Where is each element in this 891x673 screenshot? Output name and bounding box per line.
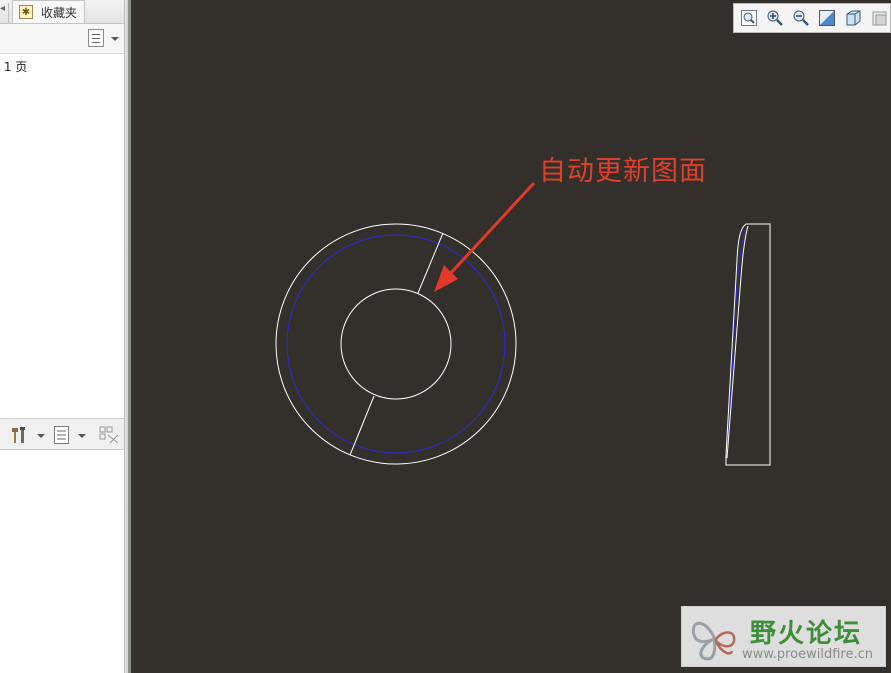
tools-icon[interactable] [10,425,30,445]
front-view [275,223,517,465]
chevron-down-icon[interactable] [78,434,86,438]
filter-icon[interactable] [98,425,120,445]
list-view-icon[interactable] [88,29,104,47]
tab-favorites-label: 收藏夹 [41,6,78,20]
lower-panel-toolbar [0,418,124,450]
star-icon: ✱ [19,5,33,19]
zoom-in-icon[interactable] [766,9,784,27]
inner-circle [340,288,452,400]
drawing-canvas[interactable] [0,0,891,673]
left-navigation-panel: ◂ ✱ 收藏夹 第 1 页 [0,0,124,673]
side-outline [725,223,771,466]
annotation-text: 自动更新图面 [539,156,707,187]
panel-toolbar [0,24,124,54]
tab-favorites[interactable]: ✱ 收藏夹 [12,0,85,23]
watermark-url: www.proewildfire.cn [742,647,873,662]
saved-views-icon[interactable] [870,9,888,27]
butterfly-logo-icon [691,621,736,661]
forum-watermark: 野火论坛 www.proewildfire.cn [681,606,886,667]
zoom-fit-icon[interactable] [740,9,758,27]
chevron-down-icon[interactable] [37,434,45,438]
hidden-edge-circle [286,234,506,454]
zoom-out-icon[interactable] [792,9,810,27]
panel-edge [128,0,131,673]
view-toolbar [733,3,891,33]
watermark-title: 野火论坛 [750,619,863,649]
previous-tab-fragment[interactable]: ◂ [0,3,9,23]
side-view [725,223,771,466]
annotation-arrow [434,181,536,292]
repaint-icon[interactable] [818,9,836,27]
panel-tabbar: ◂ ✱ 收藏夹 [0,0,124,24]
list-view-icon[interactable] [53,425,71,445]
chevron-down-icon[interactable] [111,37,119,41]
outer-circle [275,223,517,465]
view-orientation-icon[interactable] [844,9,862,27]
split-line-bottom [349,395,375,456]
page-indicator: 第 1 页 [0,60,28,74]
side-inner-edge [726,225,749,459]
